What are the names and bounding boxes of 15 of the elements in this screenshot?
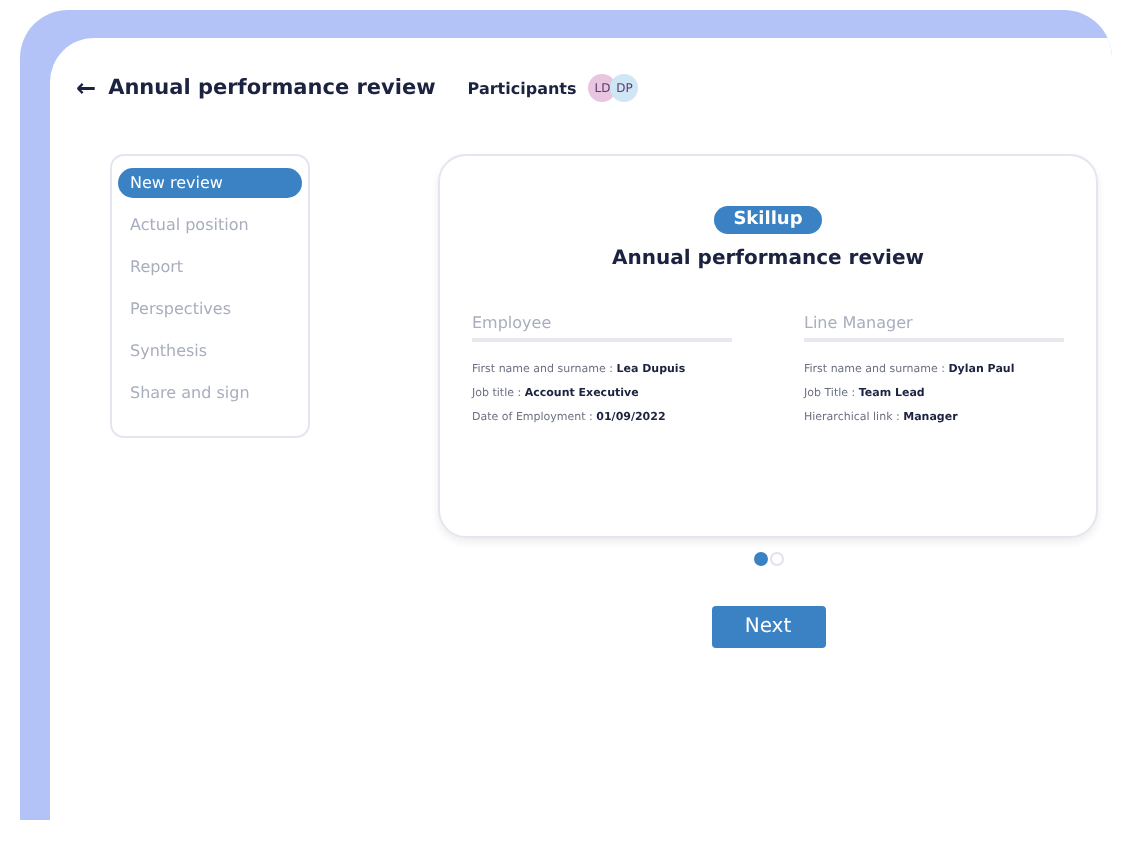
back-arrow-icon[interactable]: ← bbox=[76, 74, 97, 102]
step-item[interactable]: Perspectives bbox=[118, 294, 302, 324]
step-item[interactable]: Actual position bbox=[118, 210, 302, 240]
section-heading: Line Manager bbox=[804, 314, 1064, 342]
step-item[interactable]: New review bbox=[118, 168, 302, 198]
next-button[interactable]: Next bbox=[711, 606, 825, 648]
step-item[interactable]: Report bbox=[118, 252, 302, 282]
section-heading: Employee bbox=[472, 314, 732, 342]
page-title: Annual performance review bbox=[108, 76, 436, 100]
card-title: Annual performance review bbox=[612, 248, 924, 270]
participants-label: Participants bbox=[467, 79, 577, 97]
page-dot[interactable] bbox=[753, 552, 767, 566]
step-item[interactable]: Synthesis bbox=[118, 336, 302, 366]
step-item[interactable]: Share and sign bbox=[118, 378, 302, 408]
logo-badge: Skillup bbox=[713, 206, 823, 234]
